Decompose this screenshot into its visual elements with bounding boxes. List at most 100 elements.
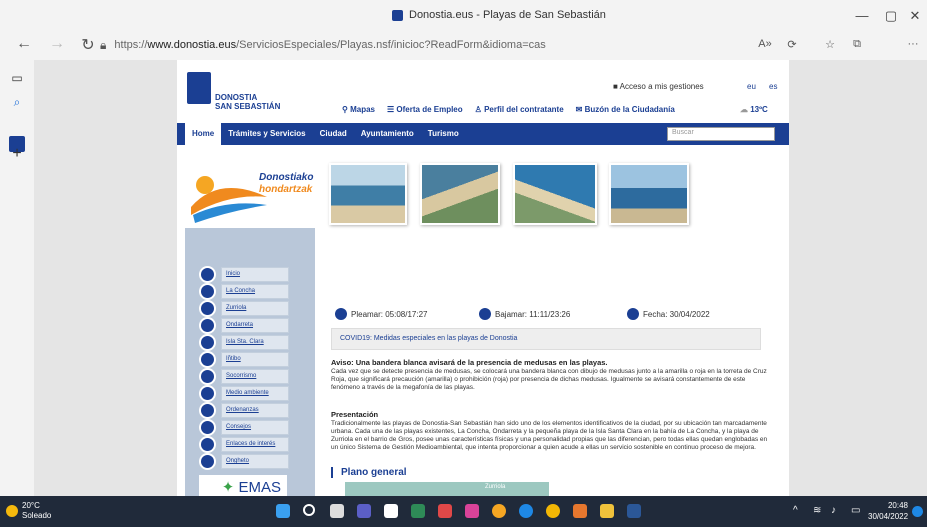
menu-isla-sta-clara[interactable]: Isla Sta. Clara: [221, 335, 289, 350]
bajamar-info: Bajamar: 11:11/23:26: [479, 308, 570, 320]
url-text[interactable]: https://www.donostia.eus/ServiciosEspeci…: [114, 39, 545, 51]
map-label-zurriola: Zurriola: [485, 484, 506, 490]
app-icon-3[interactable]: [438, 504, 452, 518]
address-bar[interactable]: 🔒︎ https://www.donostia.eus/ServiciosEsp…: [100, 34, 780, 56]
search-icon[interactable]: ⌕: [9, 94, 25, 110]
lock-icon: 🔒︎: [100, 37, 107, 52]
tab-list-icon[interactable]: ▭: [9, 70, 25, 86]
menu-ongheto[interactable]: Ongheto: [221, 454, 289, 469]
app-icon-6[interactable]: [573, 504, 587, 518]
refresh-icon[interactable]: ↻: [78, 35, 98, 55]
wifi-icon[interactable]: ≋: [813, 505, 821, 516]
beach-menu: Inicio La Concha Zurriola Ondarreta Isla…: [185, 228, 315, 496]
calendar-icon: [627, 308, 639, 320]
chrome-icon[interactable]: [492, 504, 506, 518]
city-logo[interactable]: [187, 72, 211, 104]
empleo-link[interactable]: ☰ Oferta de Empleo: [387, 105, 463, 114]
webpage: DONOSTIA SAN SEBASTIÁN ■ Acceso a mis ge…: [177, 60, 789, 496]
plano-title: Plano general: [331, 467, 407, 478]
menu-zurriola[interactable]: Zurriola: [221, 301, 289, 316]
buzon-link[interactable]: ✉ Buzón de la Ciudadanía: [576, 105, 675, 114]
beach-logo: [191, 176, 267, 223]
favorites-icon[interactable]: ☆: [820, 38, 840, 51]
word-icon[interactable]: [627, 504, 641, 518]
restore-button[interactable]: ▢: [881, 8, 901, 24]
more-icon[interactable]: ···: [903, 38, 923, 50]
sun-shape: [196, 176, 214, 194]
menu-enlaces[interactable]: Enlaces de interés: [221, 437, 289, 452]
read-aloud-icon[interactable]: A»: [755, 38, 775, 50]
rules-icon: [199, 402, 216, 419]
taskbar-weather[interactable]: 20°C Soleado: [22, 501, 51, 521]
notification-icon[interactable]: [912, 506, 923, 517]
covid-link[interactable]: COVID19: Medidas especiales en las playa…: [331, 328, 761, 350]
beach-photo-1: [329, 163, 407, 225]
leaf-icon: [199, 385, 216, 402]
pleamar-info: Pleamar: 05:08/17:27: [335, 308, 428, 320]
teams-icon[interactable]: [357, 504, 371, 518]
cross-icon: [199, 368, 216, 385]
home-icon: [199, 266, 216, 283]
site-search-input[interactable]: Buscar: [667, 127, 775, 141]
umbrella-icon: [199, 351, 216, 368]
nav-tramites[interactable]: Trámites y Servicios: [221, 123, 312, 145]
weather-sun-icon: [6, 505, 18, 517]
start-icon[interactable]: [276, 504, 290, 518]
mail-icon: ✉: [575, 105, 583, 114]
close-button[interactable]: ✕: [905, 8, 925, 24]
menu-consejos[interactable]: Consejos: [221, 420, 289, 435]
acceso-link[interactable]: ■ Acceso a mis gestiones: [613, 82, 704, 91]
nav-ciudad[interactable]: Ciudad: [313, 123, 354, 145]
app-icon-4[interactable]: [465, 504, 479, 518]
task-view-icon[interactable]: [330, 504, 344, 518]
mapas-link[interactable]: ⚲ Mapas: [342, 105, 375, 114]
browser-toolbar: ← → ↻ 🔒︎ https://www.donostia.eus/Servic…: [0, 30, 927, 83]
nav-home[interactable]: Home: [185, 123, 222, 145]
person-icon: ♙: [474, 105, 482, 114]
browser-sidebar: ▭ ⌕ +: [0, 60, 34, 496]
emas-star-icon: ✦: [221, 479, 235, 496]
menu-medio-ambiente[interactable]: Medio ambiente: [221, 386, 289, 401]
app-icon-5[interactable]: [546, 504, 560, 518]
tab-actions-icon[interactable]: ⟳: [782, 38, 802, 51]
menu-ondarreta[interactable]: Ondarreta: [221, 318, 289, 333]
top-links: ⚲ Mapas ☰ Oferta de Empleo ♙ Perfil del …: [342, 105, 675, 114]
lang-eu[interactable]: eu: [747, 82, 756, 91]
beach-icon: [199, 283, 216, 300]
cloud-icon: ☁: [740, 105, 748, 114]
app-icon-1[interactable]: [384, 504, 398, 518]
back-icon[interactable]: ←: [14, 35, 34, 53]
perfil-link[interactable]: ♙ Perfil del contratante: [475, 105, 564, 114]
volume-icon[interactable]: ♪: [831, 505, 836, 516]
menu-socorrismo[interactable]: Socorrismo: [221, 369, 289, 384]
emas-logo[interactable]: ✦ EMAS: [199, 475, 287, 496]
main-nav: Home Trámites y Servicios Ciudad Ayuntam…: [177, 123, 789, 145]
beach-map[interactable]: Zurriola: [345, 482, 549, 496]
low-tide-icon: [479, 308, 491, 320]
menu-la-concha[interactable]: La Concha: [221, 284, 289, 299]
nav-ayuntamiento[interactable]: Ayuntamiento: [354, 123, 421, 145]
collections-icon[interactable]: ⧉: [847, 38, 867, 51]
lang-es[interactable]: es: [769, 82, 777, 91]
nav-turismo[interactable]: Turismo: [421, 123, 466, 145]
new-tab-icon[interactable]: +: [9, 146, 25, 162]
clock[interactable]: 20:48 30/04/2022: [868, 500, 908, 522]
search-taskbar-icon[interactable]: [303, 504, 315, 516]
forward-icon[interactable]: →: [47, 35, 67, 53]
info-icon: [199, 419, 216, 436]
minimize-button[interactable]: —: [852, 8, 872, 23]
edge-icon[interactable]: [519, 504, 533, 518]
menu-inicio[interactable]: Inicio: [221, 267, 289, 282]
beach-photo-3: [513, 163, 597, 225]
pin-icon: ⚲: [342, 105, 348, 114]
menu-ordenanzas[interactable]: Ordenanzas: [221, 403, 289, 418]
beach-photo-4: [609, 163, 689, 225]
beach-photo-2: [420, 163, 500, 225]
beach-icon: [199, 317, 216, 334]
menu-intibo[interactable]: Iñtibo: [221, 352, 289, 367]
app-icon-2[interactable]: [411, 504, 425, 518]
file-explorer-icon[interactable]: [600, 504, 614, 518]
battery-icon[interactable]: ▭: [851, 505, 860, 516]
brand-text: Donostiako hondartzak: [259, 172, 314, 195]
tray-chevron-icon[interactable]: ^: [793, 505, 798, 516]
